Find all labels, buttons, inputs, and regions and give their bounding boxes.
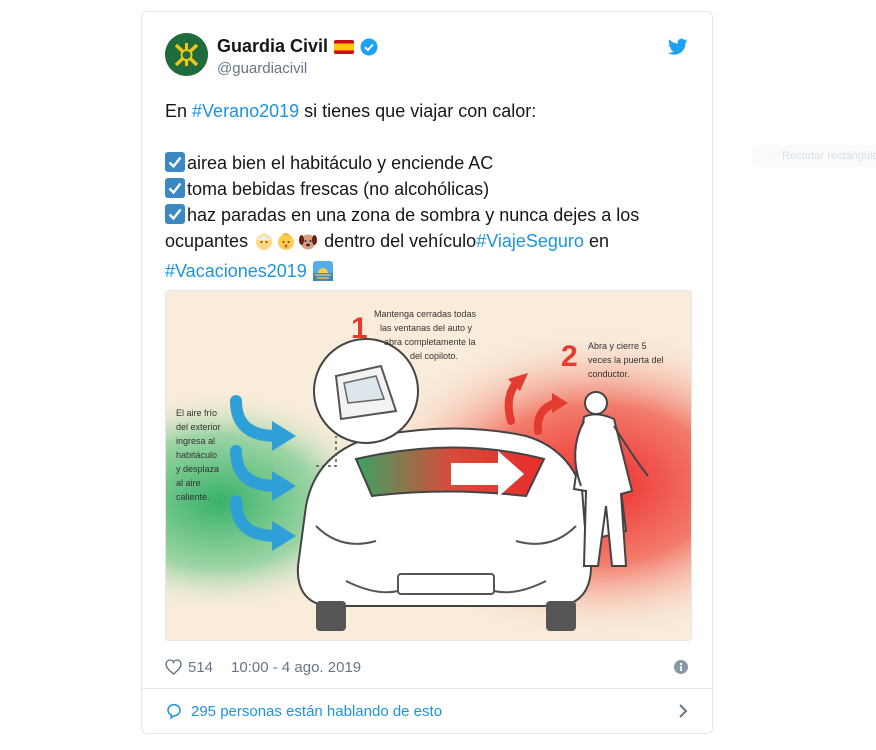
account-name-row[interactable]: Guardia Civil: [217, 36, 378, 57]
account-name[interactable]: Guardia Civil: [217, 36, 328, 57]
sunrise-emoji-icon: [312, 261, 333, 288]
check-box-icon: [165, 178, 185, 198]
heart-icon: [165, 659, 182, 675]
chevron-right-icon: [679, 704, 688, 718]
infographic-car: 1 Mantenga cerradas todas las ventanas d…: [166, 291, 691, 640]
baby-emoji-icon: [276, 231, 296, 258]
dog-emoji-icon: [298, 231, 318, 258]
tip-3-text-end: dentro del vehículo: [319, 231, 477, 251]
intro-suffix: si tienes que viajar con calor:: [299, 101, 537, 121]
avatar[interactable]: [165, 33, 208, 76]
tip-3: haz paradas en una zona de sombra y nunc…: [165, 202, 695, 258]
tweet-meta: 514 10:00 - 4 ago. 2019: [165, 657, 688, 677]
comment-icon: [167, 703, 181, 720]
like-count: 514: [188, 658, 214, 676]
note-line-6: al aire: [176, 478, 201, 488]
note-line-4: habitáculo: [176, 450, 217, 460]
hashtag-viaje-seguro[interactable]: #ViajeSeguro: [476, 231, 584, 251]
tweet-image[interactable]: 1 Mantenga cerradas todas las ventanas d…: [165, 290, 692, 641]
tweet-card: Guardia Civil @guardiacivil En #Verano20…: [141, 11, 713, 734]
verified-badge-icon: [360, 38, 378, 56]
tip-1-text: airea bien el habitáculo y enciende AC: [187, 153, 494, 173]
tip-2-text: toma bebidas frescas (no alcohólicas): [187, 179, 490, 199]
note-line-1: El aire frío: [176, 408, 217, 418]
note-line-7: caliente.: [176, 492, 210, 502]
hashtag-verano[interactable]: #Verano2019: [192, 101, 299, 121]
spain-flag-icon: [334, 39, 355, 54]
step-1-number: 1: [351, 312, 368, 345]
twitter-bird-icon[interactable]: [667, 38, 688, 56]
background-tooltip: Recortar rectángulo: [752, 145, 876, 167]
tip-2: toma bebidas frescas (no alcohólicas): [165, 176, 695, 202]
step-1-line-4: del copiloto.: [410, 351, 458, 361]
hashtag-vacaciones[interactable]: #Vacaciones2019: [165, 261, 307, 281]
tweet-timestamp[interactable]: 10:00 - 4 ago. 2019: [231, 659, 361, 676]
step-2-line-1: Abra y cierre 5: [588, 341, 647, 351]
step-2-number: 2: [561, 340, 578, 373]
step-1-line-3: abra completamente la: [384, 337, 476, 347]
note-line-2: del exterior: [176, 422, 221, 432]
note-line-5: y desplaza: [176, 464, 219, 474]
like-button[interactable]: 514: [165, 659, 213, 676]
conversation-link[interactable]: 295 personas están hablando de esto: [165, 702, 688, 720]
word-en: en: [583, 231, 609, 251]
step-2-line-2: veces la puerta del: [588, 355, 664, 365]
tweet-last-line: #Vacaciones2019: [165, 258, 695, 288]
intro-prefix: En: [165, 101, 193, 121]
older-person-emoji-icon: [254, 231, 274, 258]
note-line-3: ingresa al: [176, 436, 215, 446]
account-handle[interactable]: @guardiacivil: [217, 60, 307, 77]
tip-1: airea bien el habitáculo y enciende AC: [165, 150, 695, 176]
tweet-text: En #Verano2019 si tienes que viajar con …: [165, 98, 695, 288]
step-1-line-1: Mantenga cerradas todas: [374, 309, 477, 319]
step-2-line-3: conductor.: [588, 369, 630, 379]
info-icon[interactable]: [674, 660, 688, 674]
divider: [142, 688, 712, 689]
conversation-label: 295 personas están hablando de esto: [191, 702, 443, 720]
check-box-icon: [165, 152, 185, 172]
tweet-intro: En #Verano2019 si tienes que viajar con …: [165, 98, 695, 124]
check-box-icon: [165, 204, 185, 224]
step-1-line-2: las ventanas del auto y: [380, 323, 473, 333]
